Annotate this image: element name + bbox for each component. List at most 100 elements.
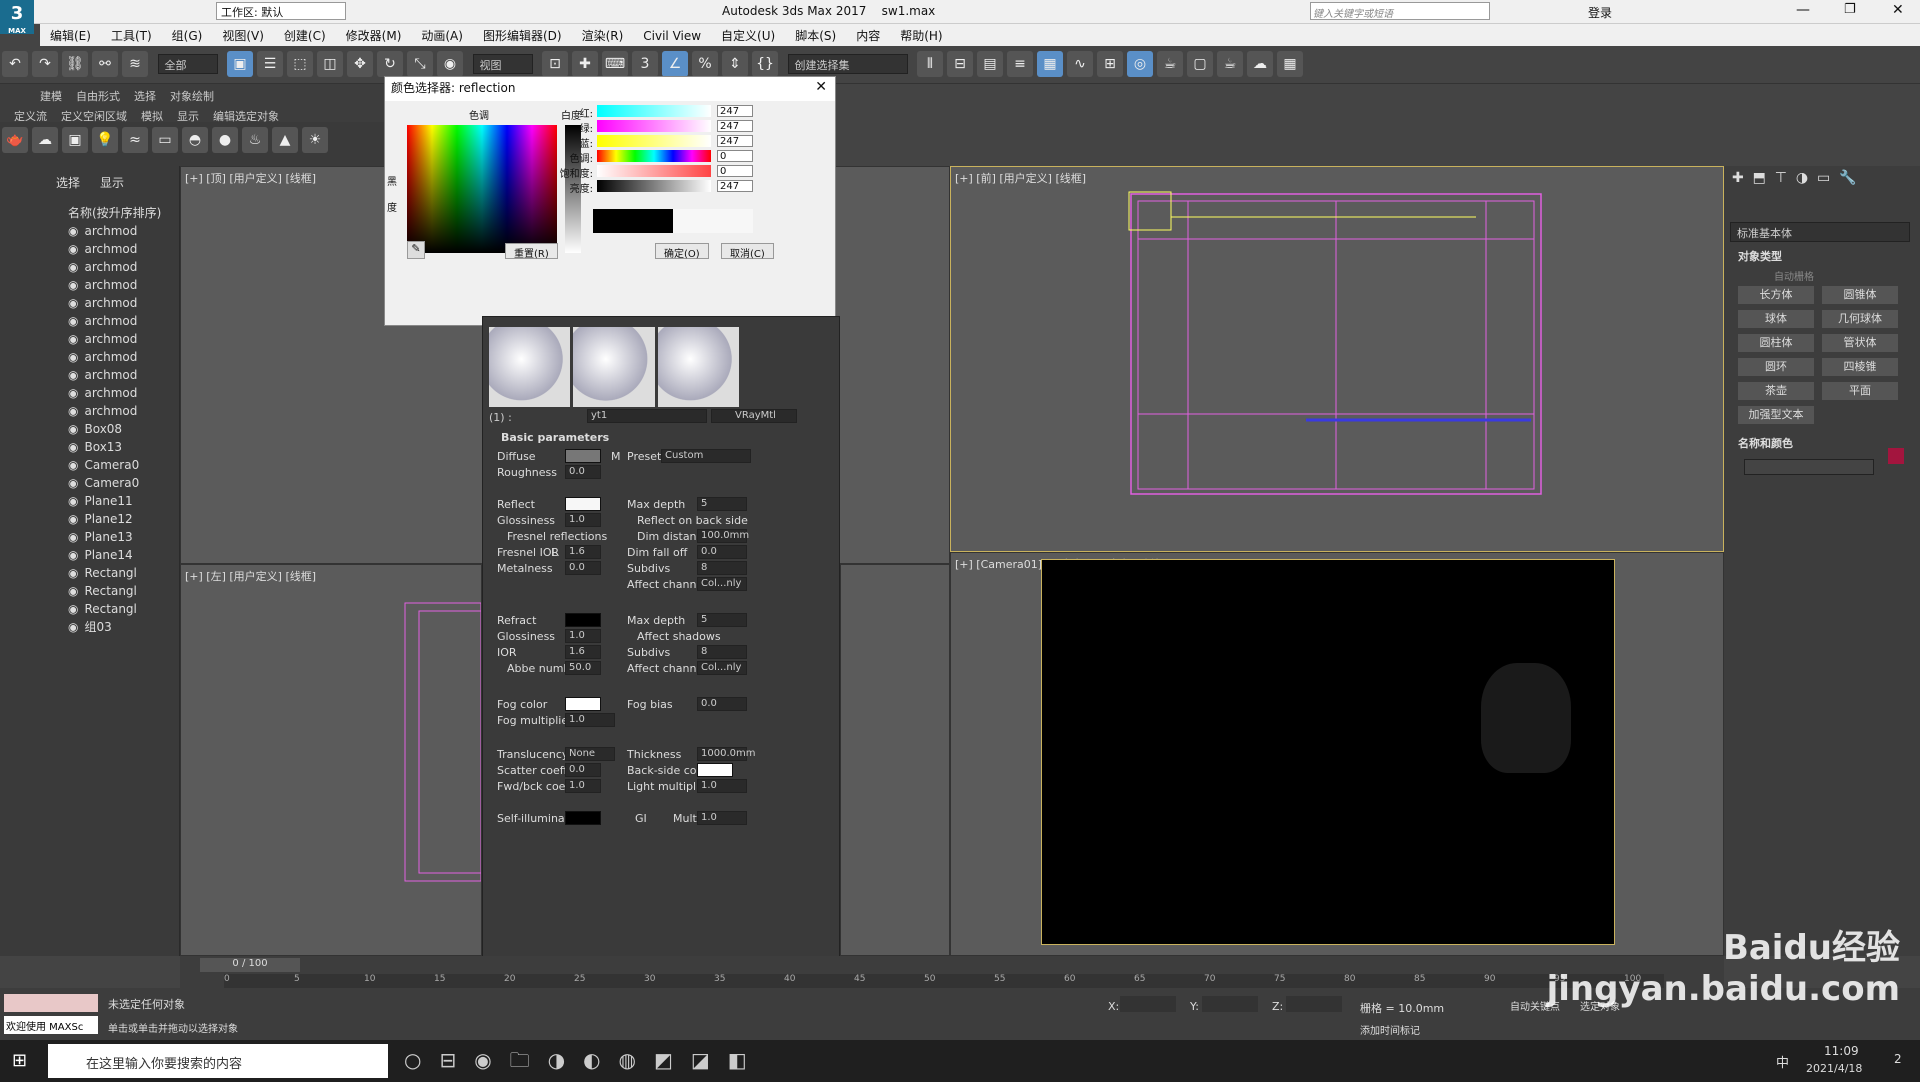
picker-b-spinner[interactable]: 247 xyxy=(717,135,753,147)
param-roughness_val-field[interactable]: 0.0 xyxy=(565,465,601,479)
reset-button[interactable]: 重置(R) xyxy=(505,243,558,260)
object-color-swatch[interactable] xyxy=(1888,448,1904,464)
autogrid-checkbox[interactable]: 自动栅格 xyxy=(1774,268,1920,283)
material-slot[interactable] xyxy=(489,327,571,407)
cloud-icon[interactable]: ☁ xyxy=(32,127,58,153)
create-10-button[interactable]: 加强型文本 xyxy=(1738,406,1814,424)
param-gloss_val-field[interactable]: 1.0 xyxy=(565,513,601,527)
create-2-button[interactable]: 球体 xyxy=(1738,310,1814,328)
menu-help[interactable]: 帮助(H) xyxy=(890,24,952,47)
align-icon[interactable]: ⊟ xyxy=(947,51,973,77)
image-icon[interactable]: ▣ xyxy=(62,127,88,153)
ribbon-tab-selection[interactable]: 选择 xyxy=(134,90,156,103)
visibility-eye-icon[interactable]: ◉ xyxy=(68,620,78,634)
param-fog_color-color-swatch[interactable] xyxy=(565,697,601,711)
param-dim_dist_val-field[interactable]: 100.0mm xyxy=(697,529,749,543)
visibility-eye-icon[interactable]: ◉ xyxy=(68,368,78,382)
menu-edit[interactable]: 编辑(E) xyxy=(40,24,101,47)
taskbar-search[interactable]: 在这里输入你要搜索的内容 xyxy=(48,1044,388,1078)
motion-tab-icon[interactable]: ◑ xyxy=(1796,170,1808,186)
light-icon[interactable]: 💡 xyxy=(92,127,118,153)
param-transl_val-field[interactable]: None xyxy=(565,747,615,761)
ribbon-tab-object-paint[interactable]: 对象绘制 xyxy=(170,90,214,103)
add-time-tag[interactable]: 添加时间标记 xyxy=(1360,1022,1420,1037)
close-button[interactable]: ✕ xyxy=(1892,2,1904,18)
windows-start-icon[interactable]: ⊞ xyxy=(12,1050,27,1071)
menu-content[interactable]: 内容 xyxy=(846,24,890,47)
scene-list-item[interactable]: ◉ archmod xyxy=(0,402,179,420)
notification-badge[interactable]: 2 xyxy=(1894,1052,1902,1066)
render-online-icon[interactable]: ☁ xyxy=(1247,51,1273,77)
create-1-button[interactable]: 圆锥体 xyxy=(1822,286,1898,304)
visibility-eye-icon[interactable]: ◉ xyxy=(68,476,78,490)
scene-list-item[interactable]: ◉ archmod xyxy=(0,240,179,258)
visibility-eye-icon[interactable]: ◉ xyxy=(68,494,78,508)
curve-editor-icon[interactable]: ∿ xyxy=(1067,51,1093,77)
material-slot[interactable] xyxy=(573,327,655,407)
menu-views[interactable]: 视图(V) xyxy=(212,24,274,47)
menu-create[interactable]: 创建(C) xyxy=(274,24,336,47)
undo-icon[interactable]: ↶ xyxy=(2,51,28,77)
material-slot[interactable] xyxy=(657,327,739,407)
menu-animation[interactable]: 动画(A) xyxy=(411,24,473,47)
teapot2-icon[interactable]: ♨ xyxy=(242,127,268,153)
app-logo[interactable]: 3 MAX xyxy=(0,0,34,35)
clock-date[interactable]: 2021/4/18 xyxy=(1806,1062,1862,1075)
scene-list-item[interactable]: ◉ archmod xyxy=(0,294,179,312)
visibility-eye-icon[interactable]: ◉ xyxy=(68,422,78,436)
viewport-camera[interactable]: [+] [Camera01] [用户定义] [默认明暗处理] xyxy=(950,552,1724,956)
scene-list-item[interactable]: ◉ archmod xyxy=(0,222,179,240)
y-field[interactable] xyxy=(1202,996,1258,1012)
material-editor-icon[interactable]: ◎ xyxy=(1127,51,1153,77)
render-setup-icon[interactable]: ☕ xyxy=(1157,51,1183,77)
cone-icon[interactable]: ▲ xyxy=(272,127,298,153)
picker-s-spinner[interactable]: 0 xyxy=(717,165,753,177)
param-fog_mult_val-field[interactable]: 1.0 xyxy=(565,713,615,727)
search-input[interactable]: 键入关键字或短语 xyxy=(1310,2,1490,20)
scene-list-item[interactable]: ◉ archmod xyxy=(0,330,179,348)
visibility-eye-icon[interactable]: ◉ xyxy=(68,386,78,400)
scene-list-item[interactable]: ◉ Plane14 xyxy=(0,546,179,564)
rollout-basic-parameters[interactable]: Basic parameters xyxy=(501,431,609,444)
param-metal_val-field[interactable]: 0.0 xyxy=(565,561,601,575)
picker-b-slider[interactable] xyxy=(597,135,711,147)
wind-icon[interactable]: ≈ xyxy=(122,127,148,153)
visibility-eye-icon[interactable]: ◉ xyxy=(68,260,78,274)
rotate-icon[interactable]: ↻ xyxy=(377,51,403,77)
visibility-eye-icon[interactable]: ◉ xyxy=(68,296,78,310)
create-6-button[interactable]: 圆环 xyxy=(1738,358,1814,376)
viewport-label[interactable]: [+] [前] [用户定义] [线框] xyxy=(955,170,1086,186)
param-r_max_depth_val-field[interactable]: 5 xyxy=(697,613,747,627)
viewport-left[interactable]: [+] [左] [用户定义] [线框] xyxy=(180,564,482,956)
scene-list-item[interactable]: ◉ Box08 xyxy=(0,420,179,438)
visibility-eye-icon[interactable]: ◉ xyxy=(68,350,78,364)
display-tab-icon[interactable]: ▭ xyxy=(1817,170,1830,186)
scene-list-item[interactable]: ◉ archmod xyxy=(0,276,179,294)
visibility-eye-icon[interactable]: ◉ xyxy=(68,602,78,616)
param-fog_bias_val-field[interactable]: 0.0 xyxy=(697,697,747,711)
material-type-button[interactable]: VRayMtl xyxy=(711,409,797,423)
visibility-eye-icon[interactable]: ◉ xyxy=(68,242,78,256)
param-dim_falloff_val-field[interactable]: 0.0 xyxy=(697,545,747,559)
scene-tab-display[interactable]: 显示 xyxy=(100,176,124,190)
clock-time[interactable]: 11:09 xyxy=(1824,1044,1859,1058)
move-icon[interactable]: ✥ xyxy=(347,51,373,77)
visibility-eye-icon[interactable]: ◉ xyxy=(68,584,78,598)
viewport-label[interactable]: [+] [顶] [用户定义] [线框] xyxy=(185,170,316,186)
ribbon-tab-freeform[interactable]: 自由形式 xyxy=(76,90,120,103)
menu-tools[interactable]: 工具(T) xyxy=(101,24,162,47)
edit-named-sets-icon[interactable]: {} xyxy=(752,51,778,77)
create-9-button[interactable]: 平面 xyxy=(1822,382,1898,400)
create-0-button[interactable]: 长方体 xyxy=(1738,286,1814,304)
schematic-icon[interactable]: ⊞ xyxy=(1097,51,1123,77)
create-7-button[interactable]: 四棱锥 xyxy=(1822,358,1898,376)
eyedropper-icon[interactable]: ✎ xyxy=(407,241,425,259)
scene-list-item[interactable]: ◉ Box13 xyxy=(0,438,179,456)
ok-button[interactable]: 确定(O) xyxy=(655,243,709,260)
percent-snap-icon[interactable]: % xyxy=(692,51,718,77)
visibility-eye-icon[interactable]: ◉ xyxy=(68,548,78,562)
visibility-eye-icon[interactable]: ◉ xyxy=(68,404,78,418)
picker-g-slider[interactable] xyxy=(597,120,711,132)
param-mult_val-field[interactable]: 1.0 xyxy=(697,811,747,825)
visibility-eye-icon[interactable]: ◉ xyxy=(68,440,78,454)
